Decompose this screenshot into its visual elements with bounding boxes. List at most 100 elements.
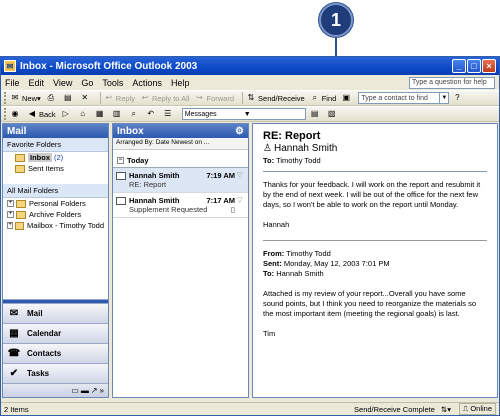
print-preview-button[interactable]: ⌕ xyxy=(129,109,141,119)
personal-folders-icon xyxy=(16,199,26,208)
delete-icon: ✕ xyxy=(81,93,89,102)
reply-all-icon: ↩ xyxy=(141,93,149,102)
menu-tools[interactable]: Tools xyxy=(102,78,123,88)
contact-dropdown-arrow[interactable]: ▼ xyxy=(440,92,450,104)
delete-button[interactable]: ✕ xyxy=(80,93,92,103)
find-button[interactable]: ⌕ Find xyxy=(310,93,336,103)
status-bar: 2 Items Send/Receive Complete ⇅▾ ⎍ Onlin… xyxy=(1,402,499,415)
status-send-receive: Send/Receive Complete xyxy=(354,404,435,414)
forward-nav-button[interactable]: ▷ xyxy=(61,109,73,119)
current-view-value: Messages xyxy=(184,110,217,118)
collapse-icon[interactable]: − xyxy=(117,157,124,164)
expand-icon[interactable]: + xyxy=(7,200,14,207)
inbox-folder-icon xyxy=(15,153,25,162)
quoted-signature: Tim xyxy=(263,329,276,338)
reply-button[interactable]: ↩ Reply xyxy=(104,93,135,103)
expand-icon[interactable]: + xyxy=(7,222,14,229)
nav-button-contacts[interactable]: ☎ Contacts xyxy=(3,343,108,363)
reading-sender-name[interactable]: Hannah Smith xyxy=(274,143,337,155)
message-list-title: Inbox xyxy=(117,125,144,137)
minimize-button[interactable]: _ xyxy=(452,59,466,73)
reply-icon: ↩ xyxy=(105,93,113,102)
current-view-select[interactable]: Messages ▼ xyxy=(181,108,306,120)
mail-icon: ✉ xyxy=(9,308,19,319)
quoted-sent-value: Monday, May 12, 2003 7:01 PM xyxy=(283,259,390,268)
menu-edit[interactable]: Edit xyxy=(29,78,45,88)
print-icon: ⎙ xyxy=(47,93,54,102)
nav-button-tasks[interactable]: ✔ Tasks xyxy=(3,363,108,383)
folder-list-button[interactable]: ▦ xyxy=(95,109,107,119)
reading-pane-button[interactable]: ▥ xyxy=(112,109,124,119)
maximize-button[interactable]: □ xyxy=(467,59,481,73)
new-mail-icon: ✉ xyxy=(11,93,19,102)
notes-icon[interactable]: ▭ xyxy=(71,386,79,395)
folder-sent-items-label: Sent Items xyxy=(28,164,64,173)
print-button[interactable]: ⎙ xyxy=(46,93,58,103)
folder-archive-label: Archive Folders xyxy=(29,210,82,219)
back-arrow-icon: ◀ xyxy=(28,109,36,118)
configure-buttons-icon[interactable]: » xyxy=(100,386,104,395)
find-contact-input[interactable]: Type a contact to find xyxy=(358,92,441,104)
move-to-folder-button[interactable]: ▤ xyxy=(63,93,75,103)
message-item[interactable]: Hannah Smith 7:19 AM RE: Report ▽ xyxy=(113,168,248,193)
folder-inbox[interactable]: Inbox (2) xyxy=(3,152,108,163)
help-button[interactable]: ? xyxy=(452,93,464,103)
back-button[interactable]: ◀ Back xyxy=(27,109,56,119)
up-one-level-button[interactable]: ⌂ xyxy=(78,109,90,119)
undo-button[interactable]: ↶ xyxy=(146,109,158,119)
navigation-pane: Mail Favorite Folders Inbox (2) Sent Ite… xyxy=(2,123,109,398)
folder-archive[interactable]: + Archive Folders xyxy=(3,209,108,220)
menu-help[interactable]: Help xyxy=(171,78,190,88)
folder-options-icon[interactable]: ⚙ xyxy=(235,126,244,137)
send-receive-status-icon[interactable]: ⇅▾ xyxy=(441,405,451,414)
nav-button-calendar[interactable]: ▦ Calendar xyxy=(3,323,108,343)
folder-mailbox[interactable]: + Mailbox - Timothy Todd xyxy=(3,220,108,231)
send-receive-button[interactable]: ⇅ Send/Receive xyxy=(246,93,305,103)
contact-person-icon[interactable]: ♙ xyxy=(263,143,272,155)
forward-arrow-icon: ▷ xyxy=(62,109,69,118)
help-search-input[interactable]: Type a question for help xyxy=(409,76,495,89)
standard-toolbar: ✉ New ▾ ⎙ ▤ ✕ ↩ Reply ↩ Reply to All ↪ Forwa… xyxy=(1,90,499,106)
reading-pane-icon: ▥ xyxy=(112,109,121,118)
message-item[interactable]: Hannah Smith 7:17 AM Supplement Requested… xyxy=(113,193,248,218)
read-envelope-icon xyxy=(116,172,126,180)
menu-actions[interactable]: Actions xyxy=(132,78,162,88)
reading-recipient: To: Timothy Todd xyxy=(263,156,487,166)
group-header-today[interactable]: − Today xyxy=(113,150,248,168)
arranged-by-bar[interactable]: Arranged By: Date Newest on ... xyxy=(113,138,248,150)
message-subject: RE: Report xyxy=(129,180,167,189)
auto-preview-icon: ▧ xyxy=(327,109,336,118)
auto-preview-button[interactable]: ▧ xyxy=(327,109,339,119)
folder-list-icon[interactable]: ▬ xyxy=(81,386,89,395)
view-group-button[interactable]: ▤ xyxy=(310,109,322,119)
forward-icon: ↪ xyxy=(196,93,203,102)
reply-all-button[interactable]: ↩ Reply to All xyxy=(140,93,190,103)
menu-go[interactable]: Go xyxy=(81,78,93,88)
folder-sent-items[interactable]: Sent Items xyxy=(3,163,108,174)
online-icon: ⎍ xyxy=(462,404,469,413)
forward-button[interactable]: ↪ Forward xyxy=(195,93,234,103)
reading-pane: RE: Report ♙ Hannah Smith To: Timothy Tod… xyxy=(252,123,498,398)
menu-view[interactable]: View xyxy=(53,78,72,88)
shortcuts-icon[interactable]: ↗ xyxy=(91,386,98,395)
up-folder-icon: ⌂ xyxy=(80,109,86,118)
close-button[interactable]: × xyxy=(482,59,496,73)
outlook-today-button[interactable]: ◉ xyxy=(10,109,22,119)
toolbar-grip-2[interactable] xyxy=(4,108,7,120)
address-book-button[interactable]: ▣ xyxy=(341,93,353,103)
folder-personal[interactable]: + Personal Folders xyxy=(3,198,108,209)
new-button[interactable]: ✉ New ▾ xyxy=(10,93,41,103)
folder-inbox-label: Inbox xyxy=(28,153,52,162)
reading-to-name[interactable]: Timothy Todd xyxy=(276,156,321,165)
message-time: 7:17 AM xyxy=(206,196,235,205)
menu-file[interactable]: File xyxy=(5,78,20,88)
flag-icon[interactable]: ▽ xyxy=(237,171,245,189)
nav-button-mail[interactable]: ✉ Mail xyxy=(3,303,108,323)
group-by-icon: ▤ xyxy=(310,109,319,118)
main-content: Mail Favorite Folders Inbox (2) Sent Ite… xyxy=(2,123,498,398)
toolbar-grip[interactable] xyxy=(4,92,7,104)
expand-icon[interactable]: + xyxy=(7,211,14,218)
flag-icon[interactable]: ▽ xyxy=(237,196,245,214)
quoted-divider xyxy=(263,240,487,241)
rules-button[interactable]: ☰ xyxy=(163,109,175,119)
